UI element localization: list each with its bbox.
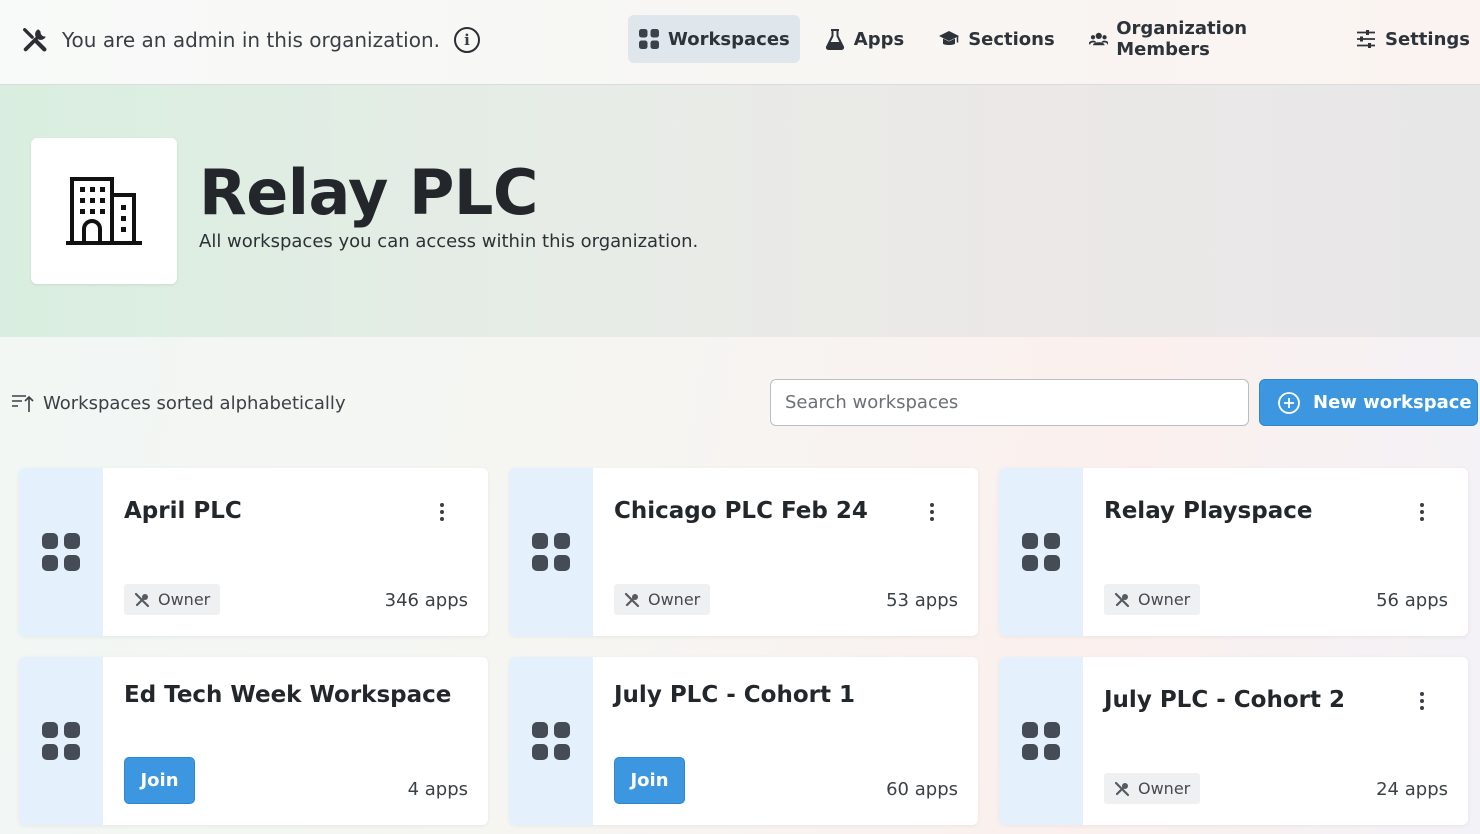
workspace-name[interactable]: Chicago PLC Feb 24 — [614, 498, 868, 524]
graduation-cap-icon — [939, 31, 960, 45]
building-icon — [66, 177, 142, 245]
more-options-icon[interactable] — [922, 500, 942, 524]
page-title: Relay PLC — [199, 156, 538, 229]
grid-icon — [639, 29, 659, 49]
workspace-grid-icon — [42, 533, 80, 571]
app-count: 24 apps — [1376, 779, 1448, 800]
search-input[interactable] — [770, 379, 1249, 426]
more-options-icon[interactable] — [1412, 500, 1432, 524]
app-count: 346 apps — [384, 590, 468, 611]
app-count: 60 apps — [886, 779, 958, 800]
workspace-name[interactable]: July PLC - Cohort 2 — [1104, 687, 1345, 713]
main-nav: Workspaces Apps Sections Organization Me… — [628, 15, 1480, 63]
nav-apps[interactable]: Apps — [814, 15, 914, 63]
nav-workspaces[interactable]: Workspaces — [628, 15, 800, 63]
workspace-name[interactable]: July PLC - Cohort 1 — [614, 682, 855, 708]
workspace-name[interactable]: Ed Tech Week Workspace — [124, 682, 451, 708]
more-options-icon[interactable] — [1412, 689, 1432, 713]
users-icon — [1088, 32, 1109, 46]
flask-icon — [825, 29, 844, 50]
sliders-icon — [1357, 30, 1376, 48]
admin-notice: You are an admin in this organization. i — [20, 22, 480, 58]
sort-label: Workspaces sorted alphabetically — [43, 392, 346, 414]
app-count: 53 apps — [886, 590, 958, 611]
workspace-grid-icon — [42, 722, 80, 760]
info-icon[interactable]: i — [454, 27, 480, 53]
workspace-card[interactable]: Relay Playspace Owner 56 apps — [999, 468, 1468, 636]
workspace-card[interactable]: July PLC - Cohort 2 Owner 24 apps — [999, 657, 1468, 825]
role-badge: Owner — [1104, 773, 1201, 804]
more-options-icon[interactable] — [432, 500, 452, 524]
org-header: Relay PLC All workspaces you can access … — [0, 85, 1480, 337]
plus-circle-icon — [1278, 391, 1300, 414]
sort-ascending-icon — [12, 395, 34, 412]
workspace-grid-icon — [1022, 533, 1060, 571]
sort-toggle[interactable]: Workspaces sorted alphabetically — [11, 390, 346, 416]
workspace-grid-icon — [532, 533, 570, 571]
workspace-card[interactable]: Chicago PLC Feb 24 Owner 53 apps — [509, 468, 978, 636]
tools-icon — [1114, 781, 1130, 796]
workspace-grid-icon — [532, 722, 570, 760]
join-button[interactable]: Join — [614, 757, 685, 804]
workspace-name[interactable]: Relay Playspace — [1104, 498, 1312, 524]
tools-icon — [134, 592, 150, 607]
workspace-card[interactable]: April PLC Owner 346 apps — [19, 468, 488, 636]
tools-icon — [624, 592, 640, 607]
tools-icon — [1114, 592, 1130, 607]
top-bar: You are an admin in this organization. i… — [0, 0, 1480, 85]
role-badge: Owner — [1104, 584, 1201, 615]
join-button[interactable]: Join — [124, 757, 195, 804]
workspace-card[interactable]: July PLC - Cohort 1 Join 60 apps — [509, 657, 978, 825]
app-count: 4 apps — [407, 779, 468, 800]
admin-notice-text: You are an admin in this organization. — [62, 28, 440, 52]
new-workspace-button[interactable]: New workspace — [1259, 379, 1478, 426]
app-count: 56 apps — [1376, 590, 1448, 611]
workspace-grid-icon — [1022, 722, 1060, 760]
role-badge: Owner — [614, 584, 711, 615]
nav-sections[interactable]: Sections — [928, 15, 1065, 63]
role-badge: Owner — [124, 584, 221, 615]
nav-settings[interactable]: Settings — [1345, 15, 1480, 63]
workspace-card[interactable]: Ed Tech Week Workspace Join 4 apps — [19, 657, 488, 825]
tools-icon — [23, 28, 47, 52]
page-subtitle: All workspaces you can access within thi… — [199, 231, 699, 252]
workspace-name[interactable]: April PLC — [124, 498, 242, 524]
org-logo — [31, 138, 177, 284]
nav-organization-members[interactable]: Organization Members — [1079, 15, 1331, 63]
